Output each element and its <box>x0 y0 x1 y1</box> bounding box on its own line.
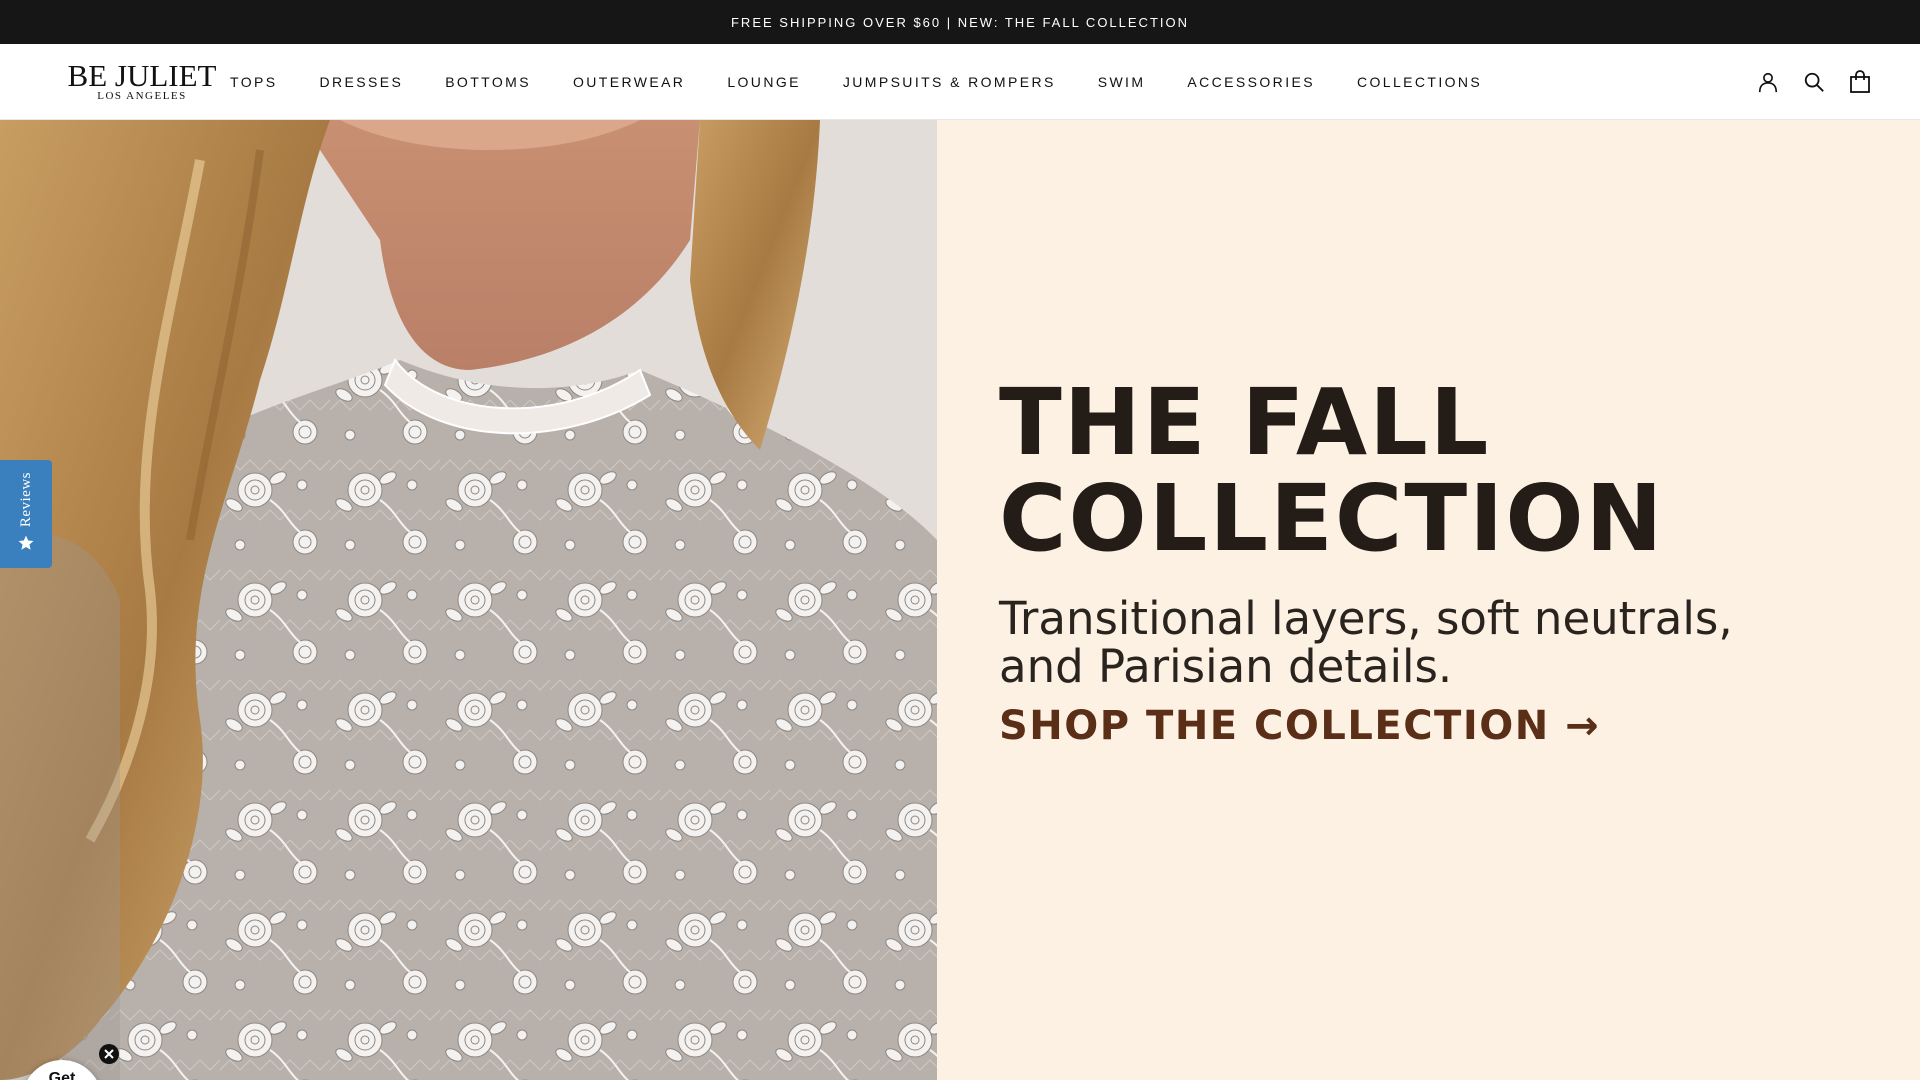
star-icon <box>17 534 35 556</box>
nav-item-lounge[interactable]: LOUNGE <box>727 74 801 90</box>
nav-item-dresses[interactable]: DRESSES <box>319 74 403 90</box>
hero-subtitle: Transitional layers, soft neutrals, and … <box>999 595 1879 691</box>
site-header: BE JULIET LOS ANGELES TOPS DRESSES BOTTO… <box>0 44 1920 120</box>
promo-label: Get <box>48 1070 76 1080</box>
search-icon[interactable] <box>1802 70 1826 94</box>
account-icon[interactable] <box>1756 70 1780 94</box>
main-nav: TOPS DRESSES BOTTOMS OUTERWEAR LOUNGE JU… <box>230 44 1524 120</box>
shop-collection-link[interactable]: SHOP THE COLLECTION → <box>999 703 1600 749</box>
header-icons <box>1756 44 1872 120</box>
brand-logo[interactable]: BE JULIET LOS ANGELES <box>62 58 222 102</box>
hero-title-line1: THE FALL <box>999 369 1491 476</box>
reviews-tab[interactable]: Reviews <box>0 460 52 568</box>
nav-item-tops[interactable]: TOPS <box>230 74 277 90</box>
close-icon[interactable] <box>99 1044 119 1064</box>
nav-item-accessories[interactable]: ACCESSORIES <box>1187 74 1315 90</box>
hero-panel: THE FALL COLLECTION Transitional layers,… <box>937 120 1920 1080</box>
hero-subtitle-line2: and Parisian details. <box>999 640 1453 693</box>
nav-item-collections[interactable]: COLLECTIONS <box>1357 74 1482 90</box>
nav-item-jumpsuits-rompers[interactable]: JUMPSUITS & ROMPERS <box>843 74 1056 90</box>
hero-title: THE FALL COLLECTION <box>999 375 1879 567</box>
hero-subtitle-line1: Transitional layers, soft neutrals, <box>999 592 1733 645</box>
announcement-text: FREE SHIPPING OVER $60 | NEW: THE FALL C… <box>730 14 1189 30</box>
hero-image[interactable] <box>0 120 937 1080</box>
shopping-bag-icon[interactable] <box>1848 70 1872 94</box>
nav-item-swim[interactable]: SWIM <box>1098 74 1146 90</box>
brand-name: BE JULIET <box>67 58 217 93</box>
nav-item-outerwear[interactable]: OUTERWEAR <box>573 74 685 90</box>
nav-item-bottoms[interactable]: BOTTOMS <box>445 74 531 90</box>
reviews-tab-label: Reviews <box>17 472 34 528</box>
announcement-bar: FREE SHIPPING OVER $60 | NEW: THE FALL C… <box>0 0 1920 44</box>
hero-title-line2: COLLECTION <box>999 465 1665 572</box>
